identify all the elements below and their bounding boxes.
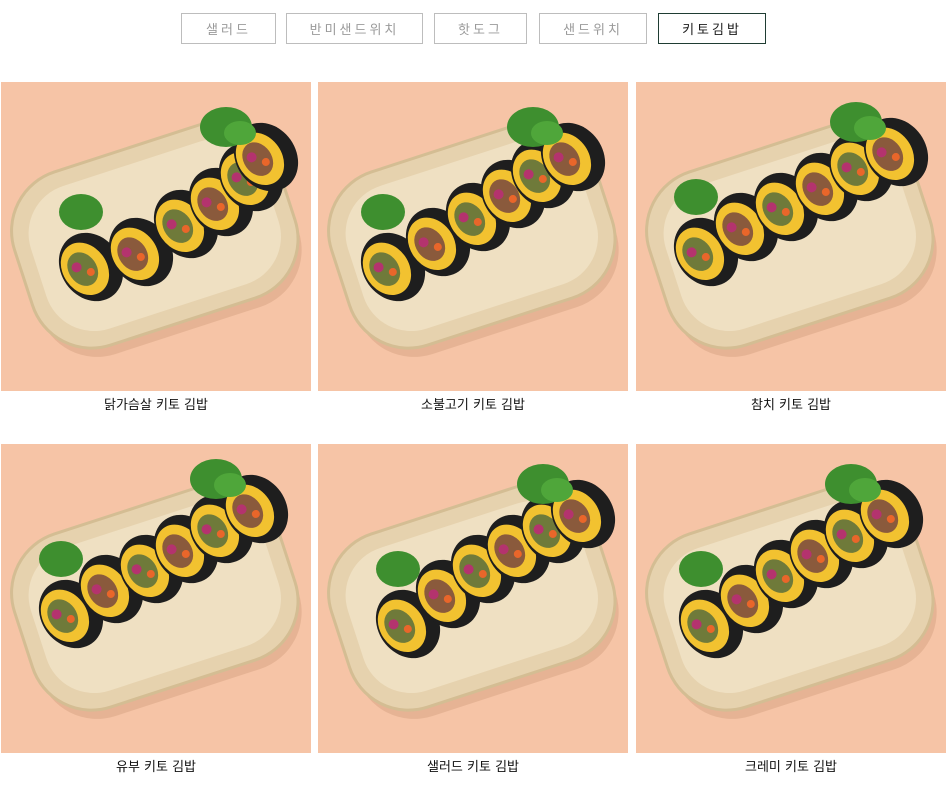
product-card[interactable]: 닭가슴살 키토 김밥 [1, 82, 311, 414]
product-photo[interactable] [636, 82, 946, 391]
product-name[interactable]: 샐러드 키토 김밥 [318, 760, 628, 776]
product-card[interactable]: 참치 키토 김밥 [636, 82, 946, 414]
product-card[interactable]: 소불고기 키토 김밥 [318, 82, 628, 414]
tab-hotdog[interactable]: 핫도그 [434, 13, 527, 44]
product-name[interactable]: 크레미 키토 김밥 [636, 760, 946, 776]
product-card[interactable]: 유부 키토 김밥 [1, 444, 311, 776]
product-photo[interactable] [1, 82, 311, 391]
category-tabs: 샐러드 반미샌드위치 핫도그 샌드위치 키토김밥 [0, 13, 948, 47]
product-card[interactable]: 크레미 키토 김밥 [636, 444, 946, 776]
product-name[interactable]: 소불고기 키토 김밥 [318, 398, 628, 414]
product-photo[interactable] [636, 444, 946, 753]
menu-page: 샐러드 반미샌드위치 핫도그 샌드위치 키토김밥 닭가슴살 키토 김밥 소불고기… [0, 0, 948, 803]
tab-sandwich[interactable]: 샌드위치 [539, 13, 647, 44]
tab-banh-mi-sandwich[interactable]: 반미샌드위치 [286, 13, 423, 44]
product-name[interactable]: 유부 키토 김밥 [1, 760, 311, 776]
product-photo[interactable] [1, 444, 311, 753]
product-name[interactable]: 닭가슴살 키토 김밥 [1, 398, 311, 414]
tab-salad[interactable]: 샐러드 [181, 13, 276, 44]
product-photo[interactable] [318, 444, 628, 753]
product-name[interactable]: 참치 키토 김밥 [636, 398, 946, 414]
tab-keto-gimbap[interactable]: 키토김밥 [658, 13, 766, 44]
product-photo[interactable] [318, 82, 628, 391]
product-card[interactable]: 샐러드 키토 김밥 [318, 444, 628, 776]
